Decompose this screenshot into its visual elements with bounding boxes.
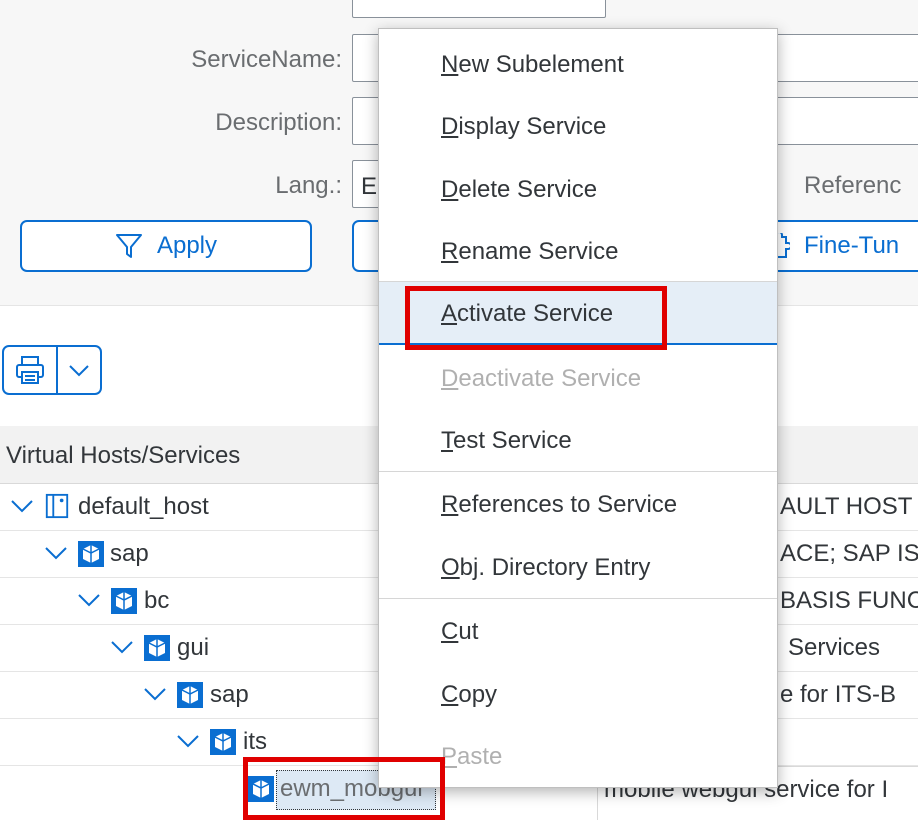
tree-node-desc: Services — [788, 634, 881, 661]
service-node-icon — [144, 635, 170, 661]
tree-node-desc: ACE; SAP IS — [780, 540, 918, 567]
menu-item-test-service[interactable]: Test Service — [379, 409, 777, 471]
menu-item-references-to-service[interactable]: References to Service — [379, 473, 777, 535]
menu-item-label: ctivate Service — [457, 300, 614, 327]
menu-item-deactivate-service: Deactivate Service — [379, 347, 777, 409]
menu-item-activate-service[interactable]: Activate Service — [379, 282, 777, 345]
menu-item-new-subelement[interactable]: New Subelement — [379, 33, 777, 95]
menu-item-mnemonic: R — [441, 238, 459, 265]
print-dropdown-button[interactable] — [58, 347, 100, 393]
tree-node-desc: e for ITS-B — [780, 681, 897, 708]
service-node-icon — [78, 541, 104, 567]
apply-label: Apply — [156, 232, 218, 259]
tree-node-label: sap — [210, 681, 249, 708]
menu-item-paste: Paste — [379, 725, 777, 787]
service-name-input-right[interactable] — [770, 34, 918, 82]
tree-node-label: default_host — [78, 493, 209, 520]
host-icon — [45, 493, 69, 519]
chevron-down-icon[interactable] — [44, 545, 68, 561]
menu-item-mnemonic: T — [441, 427, 453, 454]
chevron-down-icon[interactable] — [176, 733, 200, 749]
menu-item-mnemonic: P — [441, 743, 458, 770]
lang-label: Lang.: — [275, 172, 342, 199]
description-input-right[interactable] — [770, 97, 918, 145]
tree-node-label: bc — [144, 587, 170, 614]
top-field-partial[interactable] — [352, 0, 606, 18]
menu-item-mnemonic: D — [441, 113, 459, 140]
menu-item-mnemonic: O — [441, 554, 460, 581]
menu-item-label: elete Service — [458, 176, 598, 203]
menu-item-label: aste — [457, 743, 503, 770]
menu-item-label: ename Service — [458, 238, 619, 265]
print-toolbar — [2, 345, 102, 395]
menu-item-mnemonic: D — [441, 365, 459, 392]
lang-value: E — [361, 173, 378, 200]
menu-item-copy[interactable]: Copy — [379, 663, 777, 725]
chevron-down-icon[interactable] — [110, 639, 134, 655]
menu-item-mnemonic: R — [441, 491, 459, 518]
menu-item-label: isplay Service — [458, 113, 607, 140]
chevron-down-icon[interactable] — [10, 498, 34, 514]
fine-tune-button[interactable]: Fine-Tun — [769, 220, 918, 272]
service-node-icon — [111, 588, 137, 614]
fine-tune-label: Fine-Tun — [804, 232, 900, 259]
menu-item-label: eactivate Service — [458, 365, 642, 392]
menu-item-rename-service[interactable]: Rename Service — [379, 220, 777, 282]
menu-item-mnemonic: C — [441, 618, 459, 645]
service-node-icon — [248, 776, 274, 802]
service-name-label: ServiceName: — [191, 46, 342, 73]
menu-item-label: opy — [458, 681, 498, 708]
menu-item-cut[interactable]: Cut — [379, 600, 777, 662]
menu-item-label: ut — [458, 618, 479, 645]
tree-node-desc: AULT HOST — [780, 493, 913, 520]
menu-item-label: ew Subelement — [458, 51, 624, 78]
menu-item-mnemonic: D — [441, 176, 459, 203]
menu-item-obj-directory-entry[interactable]: Obj. Directory Entry — [379, 536, 777, 598]
menu-item-display-service[interactable]: Display Service — [379, 95, 777, 157]
tree-node-label: gui — [177, 634, 210, 661]
description-label: Description: — [215, 109, 342, 136]
context-menu: New Subelement Display Service Delete Se… — [378, 28, 778, 788]
service-node-icon — [210, 729, 236, 755]
menu-item-mnemonic: N — [441, 51, 459, 78]
menu-item-delete-service[interactable]: Delete Service — [379, 158, 777, 220]
tree-node-label: sap — [110, 540, 149, 567]
chevron-down-icon[interactable] — [77, 592, 101, 608]
menu-item-label: bj. Directory Entry — [459, 554, 651, 581]
service-node-icon — [177, 682, 203, 708]
print-button[interactable] — [4, 347, 58, 393]
menu-item-mnemonic: A — [441, 300, 458, 327]
apply-button[interactable]: Apply — [20, 220, 312, 272]
print-icon — [16, 356, 44, 384]
chevron-down-icon[interactable] — [143, 686, 167, 702]
menu-item-label: est Service — [453, 427, 572, 454]
chevron-down-icon — [69, 365, 89, 377]
tree-header-title: Virtual Hosts/Services — [6, 442, 241, 469]
menu-item-label: eferences to Service — [458, 491, 678, 518]
tree-node-label: its — [243, 728, 267, 755]
menu-separator — [379, 598, 777, 599]
filter-icon — [115, 234, 142, 258]
menu-separator — [379, 471, 777, 472]
menu-item-mnemonic: C — [441, 681, 459, 708]
tree-node-desc: BASIS FUNC — [780, 587, 918, 614]
reference-label: Referenc — [804, 172, 902, 199]
